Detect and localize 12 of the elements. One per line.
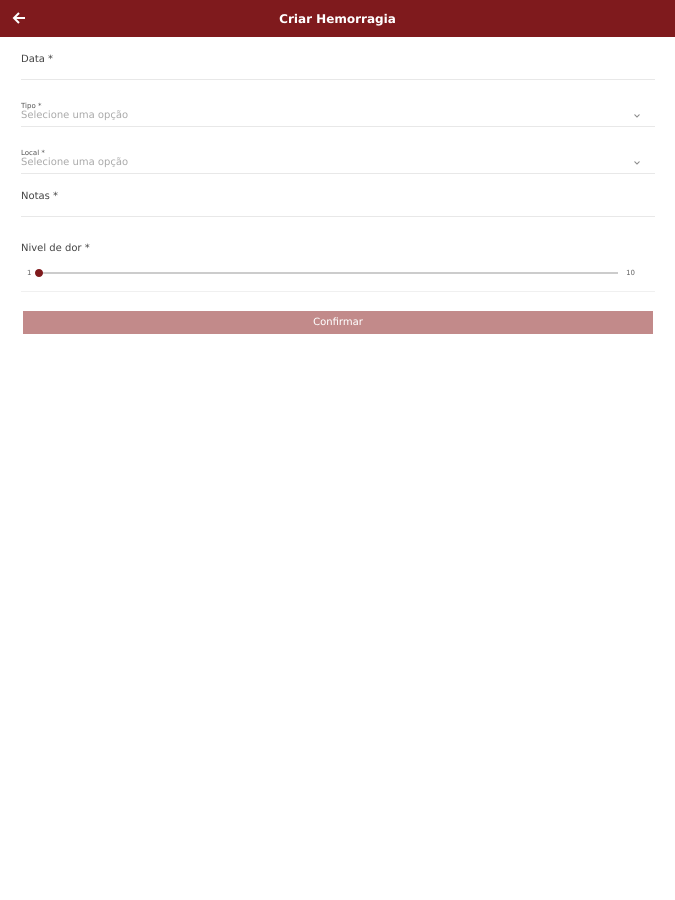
input-field[interactable]: Data * xyxy=(21,37,655,80)
page-title: Criar Hemorragia xyxy=(279,12,396,26)
slider-thumb[interactable] xyxy=(35,269,44,277)
back-arrow-icon xyxy=(12,12,26,24)
field-placeholder: Selecione uma opção xyxy=(21,110,128,121)
field-label: Notas * xyxy=(21,191,60,202)
slider-label: Nivel de dor * xyxy=(21,243,90,254)
field-placeholder: Selecione uma opção xyxy=(21,157,128,168)
field-label: Data * xyxy=(21,54,54,65)
input-field[interactable]: Notas * xyxy=(21,174,655,217)
chevron-down-icon xyxy=(634,160,640,164)
chevron-down-icon xyxy=(634,114,640,118)
